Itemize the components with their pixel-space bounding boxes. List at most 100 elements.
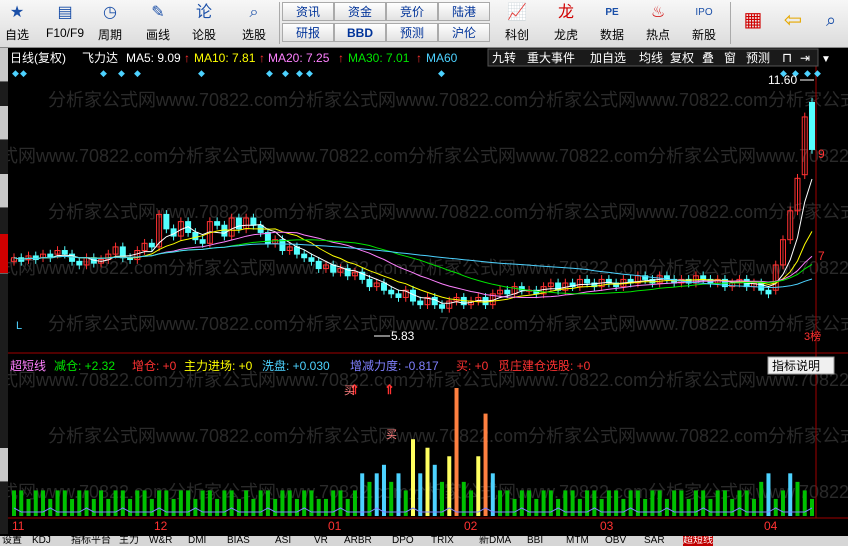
indicator-bar [149, 498, 154, 516]
indicator-bar [490, 473, 495, 516]
kline-button-bar: 九转 重大事件 加自选 均线 复权 叠 窗 预测 ⊓ ⇥ ▼ [487, 48, 831, 67]
pen-icon: ✎ [151, 4, 165, 21]
predict-button[interactable]: 预测 [746, 51, 770, 65]
indicator-bar [432, 464, 437, 516]
dragon-tiger-button[interactable]: 龙 龙虎 [544, 0, 588, 46]
x-tick-12: 12 [154, 519, 168, 533]
back-button[interactable]: ⇦ [776, 0, 810, 46]
indicator-tab[interactable]: OBV [605, 536, 626, 546]
indicator-tab[interactable]: 指标平台 [71, 536, 111, 546]
bbd-button[interactable]: BBD [334, 23, 386, 42]
indicator-bar [12, 490, 16, 516]
ma5-line [13, 178, 813, 304]
hotspot-button[interactable]: ♨ 热点 [638, 0, 678, 46]
side-tab[interactable] [0, 174, 8, 208]
candle-body [809, 101, 815, 150]
indicator-bar [91, 498, 96, 516]
nine-turn-button[interactable]: 九转 [492, 50, 516, 65]
event-marker-icon: ◆ [266, 68, 273, 78]
indicator-bar [577, 498, 582, 516]
indicator-tab[interactable]: W&R [149, 536, 172, 546]
indicator-tab[interactable]: 设置 [2, 536, 22, 546]
new-stock-button[interactable]: IPO 新股 [684, 0, 724, 46]
dragon-icon: 龙 [557, 4, 574, 21]
reduce-position-value: 减仓: +2.32 [54, 359, 115, 373]
period-label: 日线(复权) [10, 51, 66, 65]
indicator-bar [708, 498, 713, 516]
watermark-text: 分析家公式网www.70822.com [768, 426, 848, 446]
indicator-tab[interactable]: TRIX [431, 536, 454, 546]
indicator-tab[interactable]: SAR [644, 536, 665, 546]
candle-body [61, 250, 68, 255]
draw-line-button[interactable]: ✎ 画线 [140, 0, 176, 46]
kline-chart-svg[interactable]: 分析家公式网www.70822.com 分析家公式网www.70822.com 分析… [0, 48, 848, 546]
overlay-button[interactable]: 叠 [702, 51, 714, 65]
indicator-bar [476, 456, 481, 516]
rank-label: 3榜 [804, 329, 821, 343]
dropdown-icon[interactable]: ▼ [821, 54, 831, 65]
research-button[interactable]: 研报 [282, 23, 334, 42]
favorites-button[interactable]: ★ 自选 [2, 0, 32, 46]
indicator-tab[interactable]: 超短线 [683, 536, 713, 546]
event-marker-icon: ◆ [198, 68, 205, 78]
major-events-button[interactable]: 重大事件 [527, 51, 575, 65]
indicator-tab[interactable]: BBI [527, 536, 543, 546]
watermark-text: 分析家公式网www.70822.com [168, 146, 408, 166]
indicator-bar [236, 498, 241, 516]
add-favorite-button[interactable]: 加自选 [590, 51, 626, 65]
window-button[interactable]: 窗 [724, 51, 736, 65]
buy-label: 买 [344, 384, 355, 397]
collapse-icon[interactable]: ⇥ [800, 51, 810, 65]
event-marker-icon: ◆ [282, 68, 289, 78]
indicator-tab[interactable]: ARBR [344, 536, 372, 546]
discuss-button[interactable]: 论 论股 [186, 0, 222, 46]
indicator-bar [534, 498, 539, 516]
indicator-explain-label[interactable]: 指标说明 [772, 358, 820, 373]
indicator-bar [273, 498, 278, 516]
x-tick-02: 02 [464, 519, 478, 533]
ma5-value: MA5: 9.09 [126, 51, 181, 65]
indicator-tab[interactable]: ASI [275, 536, 291, 546]
indicator-tab[interactable]: DPO [392, 536, 414, 546]
candle-body [330, 264, 337, 273]
period-button[interactable]: ◷ 周期 [92, 0, 128, 46]
data-button[interactable]: PE 数据 [592, 0, 632, 46]
indicator-bar [425, 447, 430, 516]
side-tab[interactable] [0, 448, 8, 482]
star-market-button[interactable]: 📈 科创 [494, 0, 540, 46]
adjust-button[interactable]: 复权 [670, 51, 694, 65]
chart-area[interactable]: 分析家公式网www.70822.com 分析家公式网www.70822.com 分析… [0, 48, 848, 546]
auction-button[interactable]: 竞价 [386, 2, 438, 21]
indicator-tab[interactable]: VR [314, 536, 328, 546]
shanghai-london-button[interactable]: 沪伦 [438, 23, 490, 42]
side-tab-active[interactable] [0, 234, 8, 274]
back-arrow-icon: ⇦ [783, 7, 803, 32]
forecast-button[interactable]: 预测 [386, 23, 438, 42]
news-button[interactable]: 资讯 [282, 2, 334, 21]
side-tab[interactable] [0, 48, 8, 82]
watermark-text: 分析家公式网www.70822.com [768, 202, 848, 222]
lock-icon[interactable]: ⊓ [782, 50, 792, 65]
indicator-bar [302, 490, 307, 516]
candle-body [504, 289, 511, 295]
grid-button[interactable]: ▦ [736, 0, 770, 46]
indicator-tab[interactable]: 新DMA [479, 536, 511, 546]
indicator-bar [374, 473, 379, 516]
funds-button[interactable]: 资金 [334, 2, 386, 21]
buy-arrow-icon: ⇑ [384, 382, 395, 397]
stock-picker-button[interactable]: ⌕ 选股 [234, 0, 274, 46]
indicator-tab[interactable]: MTM [566, 536, 589, 546]
indicator-bar [454, 388, 459, 516]
side-tab[interactable] [0, 106, 8, 140]
candle-body [250, 217, 257, 226]
search-button[interactable]: ⌕ [816, 0, 846, 46]
indicator-tab[interactable]: 主力 [119, 536, 139, 546]
indicator-tab[interactable]: KDJ [32, 536, 51, 546]
indicator-bar [265, 490, 270, 516]
hk-connect-button[interactable]: 陆港 [438, 2, 490, 21]
l-mark: L [16, 320, 22, 332]
indicator-tab[interactable]: BIAS [227, 536, 250, 546]
moving-average-button[interactable]: 均线 [639, 51, 663, 65]
f10-button[interactable]: ▤ F10/F9 [42, 0, 88, 46]
indicator-tab[interactable]: DMI [188, 536, 206, 546]
